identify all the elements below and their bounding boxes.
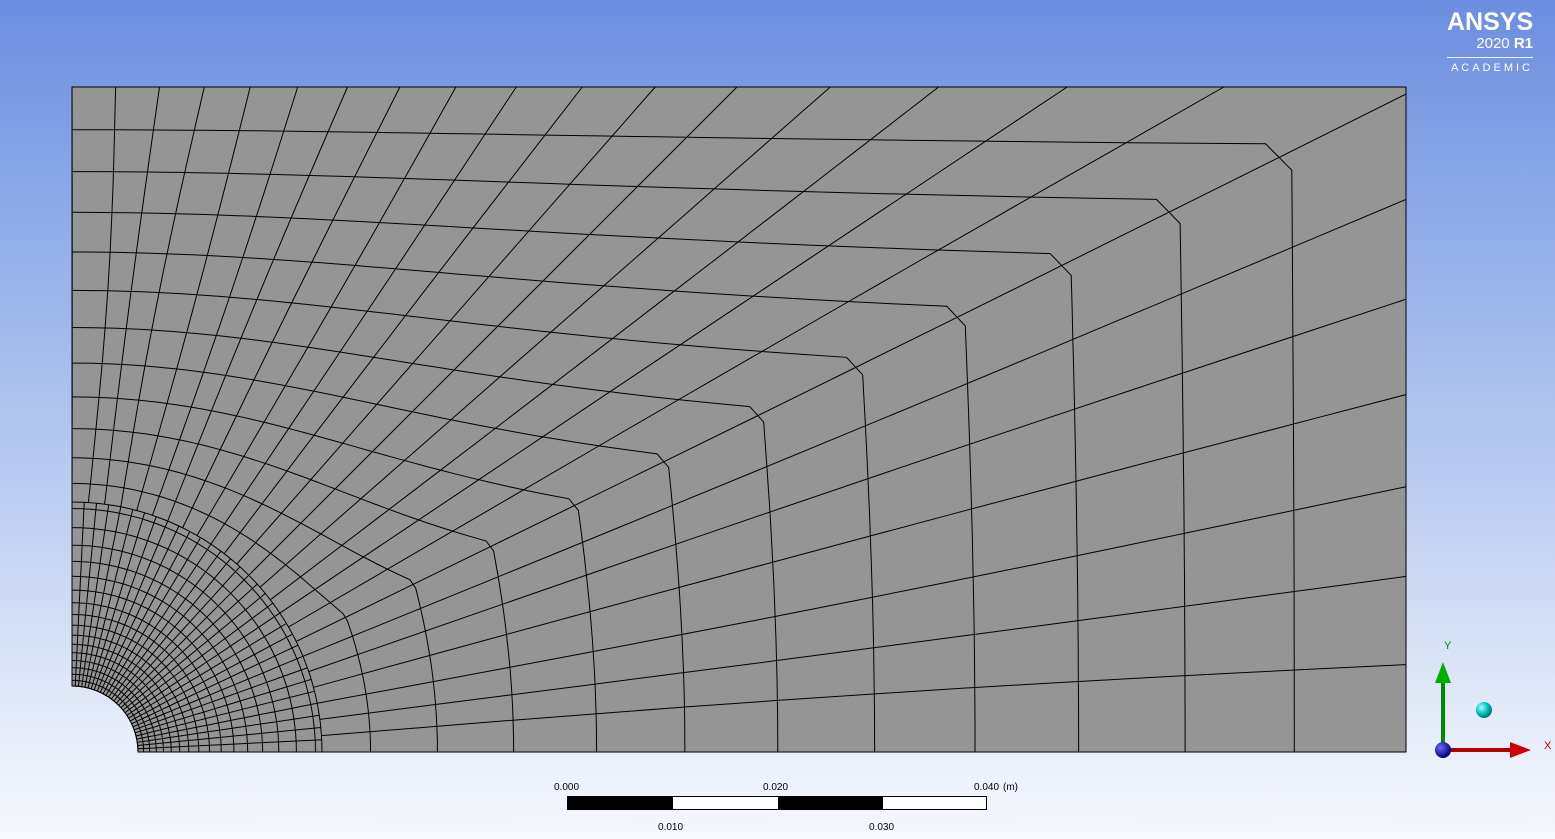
scale-unit: (m) <box>1003 782 1018 793</box>
y-axis-label: Y <box>1444 640 1452 652</box>
scale-segment-3 <box>778 797 883 809</box>
x-axis-shaft <box>1443 748 1515 752</box>
logo-version-release: R1 <box>1513 35 1533 52</box>
scale-segment-1 <box>568 797 673 809</box>
scale-label-4: 0.040 <box>974 782 1000 793</box>
scale-label-3: 0.030 <box>869 822 895 833</box>
mesh-view[interactable] <box>0 0 1555 839</box>
logo-divider <box>1447 57 1533 58</box>
logo-edition: ACADEMIC <box>1450 62 1533 74</box>
isometric-view-ball-icon[interactable] <box>1476 702 1492 718</box>
axis-triad-icon <box>1435 662 1531 758</box>
plate-body[interactable] <box>71 86 1407 753</box>
ansys-logo: ANSYS 2020 R1 ACADEMIC <box>1447 8 1533 74</box>
logo-version-year: 2020 <box>1476 35 1510 52</box>
logo-brand: ANSYS <box>1447 8 1534 36</box>
x-axis-label: X <box>1544 740 1552 752</box>
x-axis-arrow <box>1510 742 1531 758</box>
graphics-viewport[interactable] <box>0 0 1555 839</box>
y-axis-arrow <box>1435 662 1451 683</box>
axis-triad[interactable]: Y X <box>1420 630 1555 770</box>
logo-version: 2020 R1 <box>1447 36 1533 52</box>
origin-ball <box>1435 742 1451 758</box>
scale-label-0: 0.000 <box>554 782 580 793</box>
scale-bar-frame <box>567 796 987 810</box>
y-axis-shaft <box>1441 678 1445 750</box>
scale-label-2: 0.020 <box>763 782 789 793</box>
scale-label-1: 0.010 <box>658 822 684 833</box>
